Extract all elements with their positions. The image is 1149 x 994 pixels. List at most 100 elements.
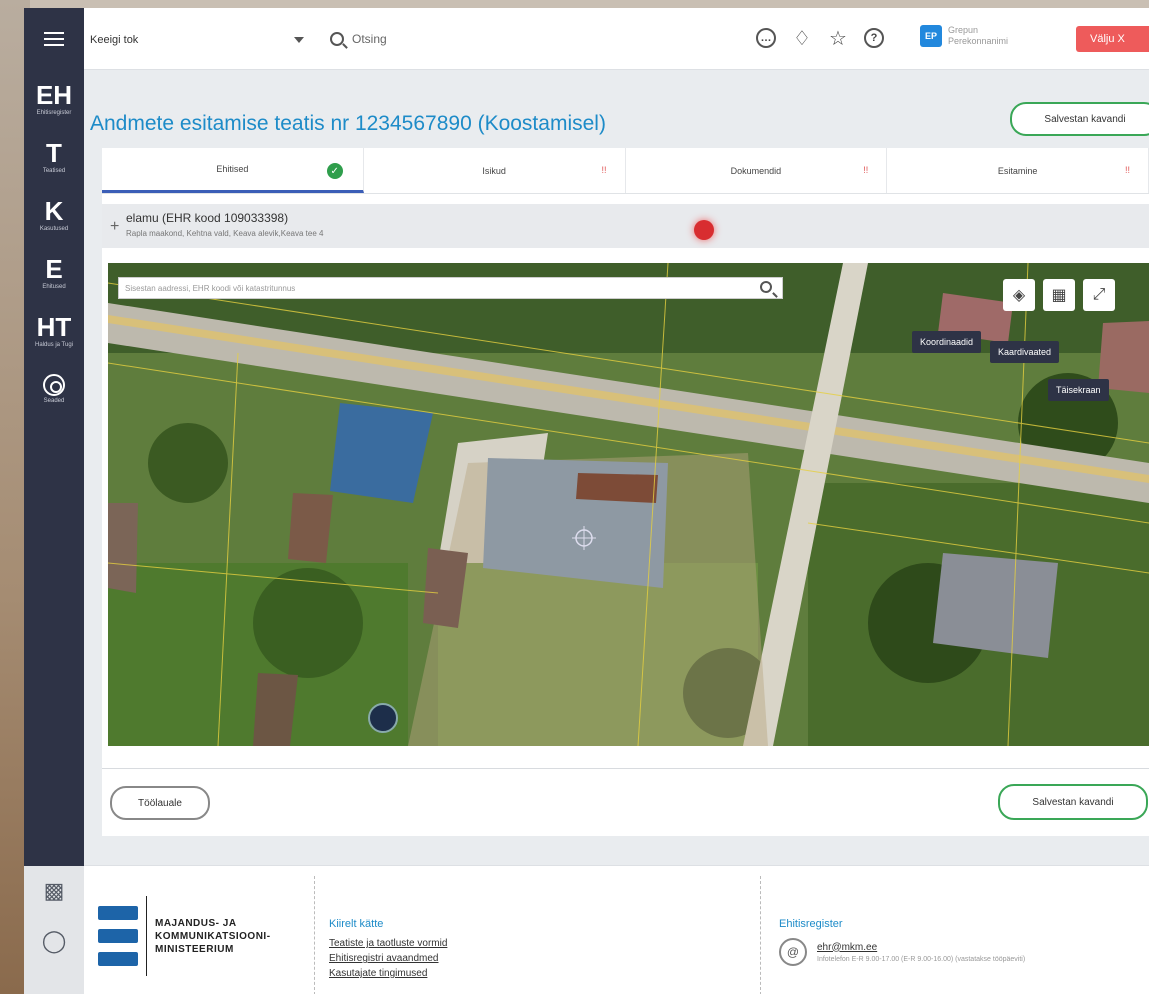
warning-icon: !! (601, 165, 607, 175)
step-tabs: Ehitised ✓ Isikud !! Dokumendid !! Esita… (102, 148, 1149, 194)
chat-icon[interactable]: … (754, 26, 778, 50)
divider (102, 768, 1149, 769)
tab-isikud[interactable]: Isikud !! (364, 148, 626, 193)
global-search[interactable]: Otsing (330, 26, 530, 52)
sidebar-item-teatised[interactable]: T Teatised (24, 128, 84, 186)
sidebar-item-label: Teatised (42, 168, 66, 174)
map-search-placeholder: Sisestan aadressi, EHR koodi või katastr… (125, 283, 296, 293)
topbar: Keeigi tok Otsing … ♢ ☆ ? EP Grepun Pere… (84, 8, 1149, 70)
sidebar-item-label: Haldus ja Tugi (34, 342, 74, 348)
save-draft-button-bottom[interactable]: Salvestan kavandi (998, 784, 1148, 820)
map-controls: ◈ ▦ ⤢ (1003, 279, 1115, 311)
user-name: Grepun Perekonnanimi (948, 25, 1008, 47)
fullscreen-icon[interactable]: ⤢ (1083, 279, 1115, 311)
email-icon: @ (779, 938, 807, 966)
language-select[interactable]: Keeigi tok (90, 28, 312, 52)
chat-bubble-icon: … (756, 28, 776, 48)
tab-label: Isikud (482, 165, 506, 176)
page-title: Andmete esitamise teatis nr 1234567890 (… (90, 112, 606, 135)
search-input[interactable]: Otsing (352, 32, 387, 46)
toggle-icon[interactable]: ◯ (24, 916, 84, 966)
tab-dokumendid[interactable]: Dokumendid !! (626, 148, 888, 193)
expand-icon[interactable]: + (110, 218, 119, 236)
tab-esitamine[interactable]: Esitamine !! (887, 148, 1149, 193)
cursor-indicator (694, 220, 714, 240)
user-line2: Perekonnanimi (948, 36, 1009, 46)
form-card: Ehitised ✓ Isikud !! Dokumendid !! Esita… (102, 148, 1149, 836)
aerial-map-image (108, 263, 1149, 746)
tab-label: Dokumendid (730, 165, 782, 176)
map-view[interactable]: Sisestan aadressi, EHR koodi või katastr… (108, 263, 1149, 746)
building-title: elamu (EHR kood 109033398) (126, 211, 289, 225)
chevron-down-icon (294, 37, 304, 43)
user-menu[interactable]: EP Grepun Perekonnanimi (920, 25, 1008, 47)
quick-links: Kiirelt kätte Teatiste ja taotluste vorm… (314, 876, 754, 994)
sidebar-item-seaded[interactable]: Seaded (24, 360, 84, 418)
tooltip-map-layers: Kaardivaated (990, 341, 1060, 363)
avatar: EP (920, 25, 942, 47)
logout-button[interactable]: Välju X (1076, 26, 1149, 52)
email-row: @ ehr@mkm.ee Infotelefon E-R 9.00-17.00 … (779, 938, 1149, 966)
tab-label: Esitamine (997, 165, 1038, 176)
tooltip-fullscreen: Täisekraan (1048, 379, 1109, 401)
gear-icon (43, 374, 65, 396)
email-link[interactable]: ehr@mkm.ee (817, 942, 1025, 953)
warning-icon: !! (863, 165, 869, 175)
sidebar-item-label: Ehitused (42, 284, 66, 290)
sidebar-item-ehitisregister[interactable]: EH Ehitisregister (24, 70, 84, 128)
footer-link[interactable]: Teatiste ja taotluste vormid (329, 938, 754, 949)
coat-of-arms-icon (98, 906, 138, 966)
ministry-line1: MAJANDUS- JA (155, 917, 237, 929)
main-content: Andmete esitamise teatis nr 1234567890 (… (84, 70, 1149, 865)
check-icon: ✓ (326, 163, 343, 179)
sidebar-item-ehitused[interactable]: E Ehitused (24, 244, 84, 302)
tab-ehitised[interactable]: Ehitised ✓ (102, 148, 364, 193)
chat-icon[interactable]: ▩ (24, 866, 84, 916)
email-subtext: Infotelefon E-R 9.00-17.00 (E-R 9.00-16.… (817, 955, 1026, 963)
register-heading: Ehitisregister (779, 918, 843, 930)
map-search-input[interactable]: Sisestan aadressi, EHR koodi või katastr… (118, 277, 783, 299)
hamburger-icon (44, 32, 64, 46)
sidebar-item-kasutused[interactable]: K Kasutused (24, 186, 84, 244)
search-icon (330, 32, 344, 46)
back-to-dashboard-button[interactable]: Töölauale (110, 786, 210, 820)
sidebar-item-abbr: E (45, 254, 63, 284)
building-address: Rapla maakond, Kehtna vald, Keava alevik… (126, 229, 324, 238)
building-row[interactable]: + elamu (EHR kood 109033398) Rapla maako… (102, 204, 1149, 248)
sidebar-item-label: Seaded (43, 398, 65, 404)
bell-icon[interactable]: ♢ (790, 26, 814, 50)
logo-divider (146, 896, 147, 976)
sidebar-item-abbr: HT (36, 312, 72, 342)
footer-link[interactable]: Kasutajate tingimused (329, 968, 754, 979)
footer: MAJANDUS- JA KOMMUNIKATSIOONI- MINISTEER… (84, 865, 1149, 994)
ministry-name: MAJANDUS- JA KOMMUNIKATSIOONI- MINISTEER… (155, 917, 271, 956)
user-line1: Grepun (948, 25, 979, 35)
layers-icon[interactable]: ◈ (1003, 279, 1035, 311)
quick-links-heading: Kiirelt kätte (329, 918, 384, 930)
sidebar-bottom: ▩ ◯ (24, 866, 84, 994)
register-contact: Ehitisregister @ ehr@mkm.ee Infotelefon … (760, 876, 1149, 994)
map-icon[interactable]: ▦ (1043, 279, 1075, 311)
language-value: Keeigi tok (90, 34, 139, 46)
sidebar-item-abbr: EH (35, 80, 73, 110)
question-icon: ? (864, 28, 884, 48)
ministry-line2: KOMMUNIKATSIOONI- (155, 930, 271, 942)
footer-link[interactable]: Ehitisregistri avaandmed (329, 953, 754, 964)
menu-button[interactable] (24, 8, 84, 70)
app-window: EH Ehitisregister T Teatised K Kasutused… (24, 8, 1149, 994)
help-icon[interactable]: ? (862, 26, 886, 50)
search-icon (760, 281, 772, 293)
warning-icon: !! (1124, 165, 1130, 175)
topbar-icons: … ♢ ☆ ? (754, 26, 886, 50)
sidebar-item-abbr: T (46, 138, 62, 168)
sidebar: EH Ehitisregister T Teatised K Kasutused… (24, 8, 84, 994)
star-icon[interactable]: ☆ (826, 26, 850, 50)
sidebar-item-label: Kasutused (39, 226, 69, 232)
sidebar-item-haldus[interactable]: HT Haldus ja Tugi (24, 302, 84, 360)
tab-label: Ehitised (216, 164, 249, 174)
ministry-line3: MINISTEERIUM (155, 943, 234, 955)
email-block: ehr@mkm.ee Infotelefon E-R 9.00-17.00 (E… (817, 942, 1025, 963)
save-draft-button[interactable]: Salvestan kavandi (1010, 102, 1149, 136)
sidebar-item-abbr: K (44, 196, 64, 226)
sidebar-item-label: Ehitisregister (36, 110, 72, 116)
